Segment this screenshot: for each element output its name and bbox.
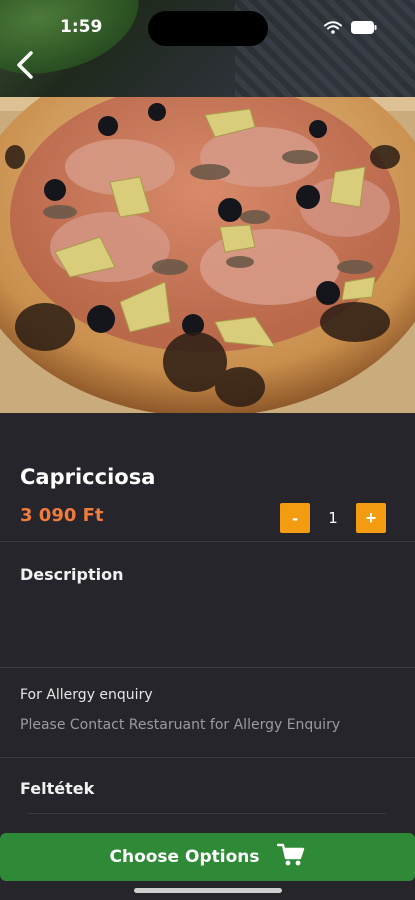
product-image [0,97,415,413]
toppings-heading[interactable]: Feltétek [20,779,94,798]
status-time: 1:59 [60,17,103,37]
choose-options-label: Choose Options [109,847,260,867]
quantity-value: 1 [328,509,338,527]
divider [0,757,415,758]
product-price: 3 090 Ft [20,505,104,526]
battery-icon [351,19,377,38]
allergy-label: For Allergy enquiry [20,687,153,703]
dynamic-island [148,11,268,46]
choose-options-button[interactable]: Choose Options [0,833,415,881]
divider [0,667,415,668]
wifi-icon [324,19,342,38]
quantity-increase-button[interactable]: + [356,503,386,533]
description-heading: Description [20,565,124,584]
product-title: Capricciosa [20,465,156,489]
home-indicator [134,888,282,893]
chevron-left-icon [16,51,34,83]
top-header: 1:59 [0,0,415,97]
quantity-decrease-button[interactable]: - [280,503,310,533]
divider [28,813,386,814]
cart-icon [277,843,305,871]
status-icons [324,19,377,38]
divider [0,541,415,542]
back-button[interactable] [10,50,40,84]
allergy-text: Please Contact Restaruant for Allergy En… [20,717,341,733]
